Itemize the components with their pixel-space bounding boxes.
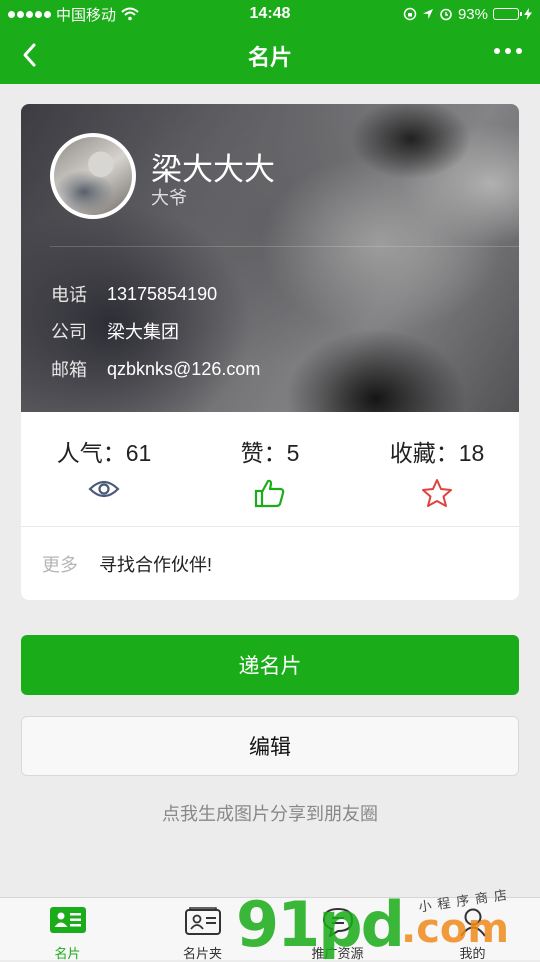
- more-label: 更多: [42, 555, 78, 575]
- battery-percent: 93%: [457, 5, 488, 23]
- profile-nickname: 大爷: [151, 188, 187, 208]
- person-icon: [459, 908, 486, 937]
- likes-stat[interactable]: 赞：5: [238, 434, 302, 508]
- info-row-phone[interactable]: 电话 13175854190: [51, 281, 217, 307]
- company-value: 梁大集团: [107, 322, 179, 342]
- battery-icon: [493, 8, 522, 20]
- lock-rotation-icon: [403, 7, 417, 21]
- tab-mine[interactable]: 我的: [405, 898, 540, 961]
- edit-button[interactable]: 编辑: [21, 716, 519, 776]
- signal-icon: [8, 10, 51, 18]
- more-text: 寻找合作伙伴!: [99, 555, 213, 575]
- back-icon[interactable]: [16, 40, 46, 70]
- status-right: 93%: [403, 6, 532, 23]
- share-to-moments-link[interactable]: 点我生成图片分享到朋友圈: [0, 800, 540, 826]
- favorites-count: 收藏：18: [389, 440, 485, 466]
- favorites-stat[interactable]: 收藏：18: [385, 434, 489, 508]
- views-count: 人气：61: [56, 440, 152, 466]
- email-value[interactable]: qzbknks@126.com: [107, 359, 260, 380]
- info-row-company: 公司 梁大集团: [51, 318, 179, 344]
- likes-count: 赞：5: [240, 440, 300, 466]
- stats-row: 人气：61 赞：5 收藏：18: [21, 412, 519, 526]
- thumbs-up-icon[interactable]: [254, 478, 286, 508]
- nav-bar: 名片: [0, 28, 540, 84]
- more-options-icon[interactable]: [494, 48, 522, 54]
- page-title: 名片: [247, 45, 292, 70]
- tab-card-holder-label: 名片夹: [182, 946, 222, 961]
- profile-name: 梁大大大: [151, 152, 275, 187]
- company-label: 公司: [51, 322, 87, 342]
- location-icon: [422, 9, 433, 19]
- star-icon[interactable]: [421, 478, 453, 508]
- tab-promotion-label: 推广资源: [311, 946, 364, 961]
- eye-icon: [88, 480, 120, 498]
- phone-label: 电话: [51, 285, 87, 305]
- header-divider: [50, 246, 519, 247]
- phone-value[interactable]: 13175854190: [107, 284, 217, 305]
- avatar[interactable]: [50, 133, 136, 219]
- tab-mine-label: 我的: [459, 946, 486, 961]
- tab-card-label: 名片: [54, 946, 81, 961]
- tab-card[interactable]: 名片: [0, 898, 135, 961]
- more-info-row: 更多 寻找合作伙伴!: [42, 551, 212, 577]
- send-card-button[interactable]: 递名片: [21, 635, 519, 695]
- card-holder-icon: [184, 907, 221, 935]
- chat-icon: [322, 907, 353, 937]
- card-header: 梁大大大 大爷 电话 13175854190 公司 梁大集团 邮箱 qzbknk…: [21, 104, 519, 412]
- tab-card-holder[interactable]: 名片夹: [135, 898, 270, 961]
- tab-bar: 名片 名片夹 推广资源 我的: [0, 897, 540, 961]
- charging-icon: [524, 8, 532, 20]
- info-row-email[interactable]: 邮箱 qzbknks@126.com: [51, 356, 260, 382]
- carrier-label: 中国移动: [56, 6, 117, 24]
- wifi-icon: [121, 7, 139, 21]
- business-card: 梁大大大 大爷 电话 13175854190 公司 梁大集团 邮箱 qzbknk…: [21, 104, 519, 600]
- status-bar: 中国移动 14:48 93%: [0, 0, 540, 28]
- email-label: 邮箱: [51, 360, 87, 380]
- alarm-icon: [440, 8, 452, 21]
- card-divider: [21, 526, 519, 527]
- card-icon: [49, 907, 86, 933]
- tab-promotion[interactable]: 推广资源: [270, 898, 405, 961]
- status-left: 中国移动: [8, 4, 139, 25]
- views-stat[interactable]: 人气：61: [53, 434, 155, 500]
